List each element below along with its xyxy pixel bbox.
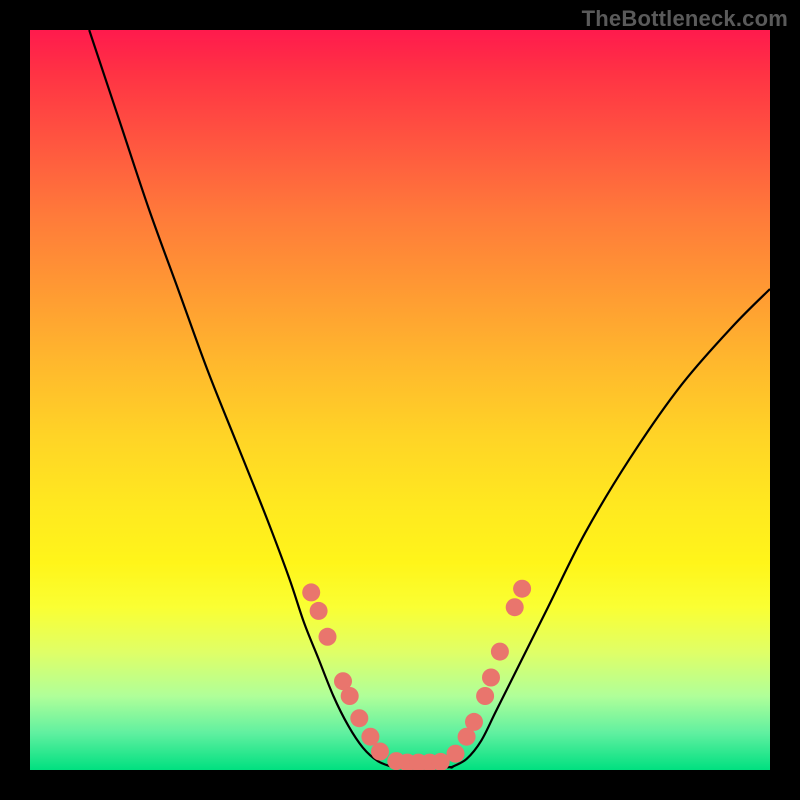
highlight-marker bbox=[350, 709, 368, 727]
highlight-marker bbox=[341, 687, 359, 705]
highlight-marker bbox=[513, 580, 531, 598]
highlight-marker bbox=[319, 628, 337, 646]
highlight-marker bbox=[506, 598, 524, 616]
bottleneck-curve-line bbox=[89, 30, 770, 768]
highlight-marker bbox=[371, 743, 389, 761]
chart-svg bbox=[30, 30, 770, 770]
highlight-marker bbox=[491, 643, 509, 661]
watermark-text: TheBottleneck.com bbox=[582, 6, 788, 32]
highlight-marker bbox=[465, 713, 483, 731]
highlight-marker bbox=[476, 687, 494, 705]
highlight-marker-group bbox=[302, 580, 531, 770]
highlight-marker bbox=[447, 745, 465, 763]
highlight-marker bbox=[361, 728, 379, 746]
highlight-marker bbox=[302, 583, 320, 601]
chart-plot-area bbox=[30, 30, 770, 770]
highlight-marker bbox=[482, 669, 500, 687]
highlight-marker bbox=[310, 602, 328, 620]
